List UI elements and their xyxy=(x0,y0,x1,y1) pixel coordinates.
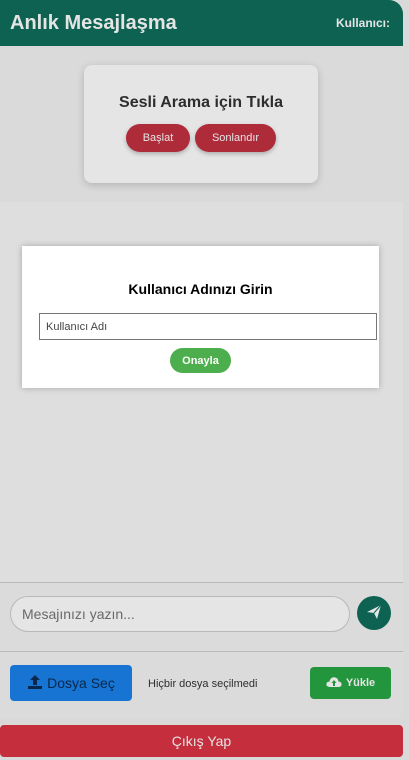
modal-title: Kullanıcı Adınızı Girin xyxy=(128,281,273,297)
username-modal: Kullanıcı Adınızı Girin Onayla xyxy=(22,246,379,388)
confirm-button[interactable]: Onayla xyxy=(170,348,231,373)
username-input[interactable] xyxy=(39,313,377,340)
